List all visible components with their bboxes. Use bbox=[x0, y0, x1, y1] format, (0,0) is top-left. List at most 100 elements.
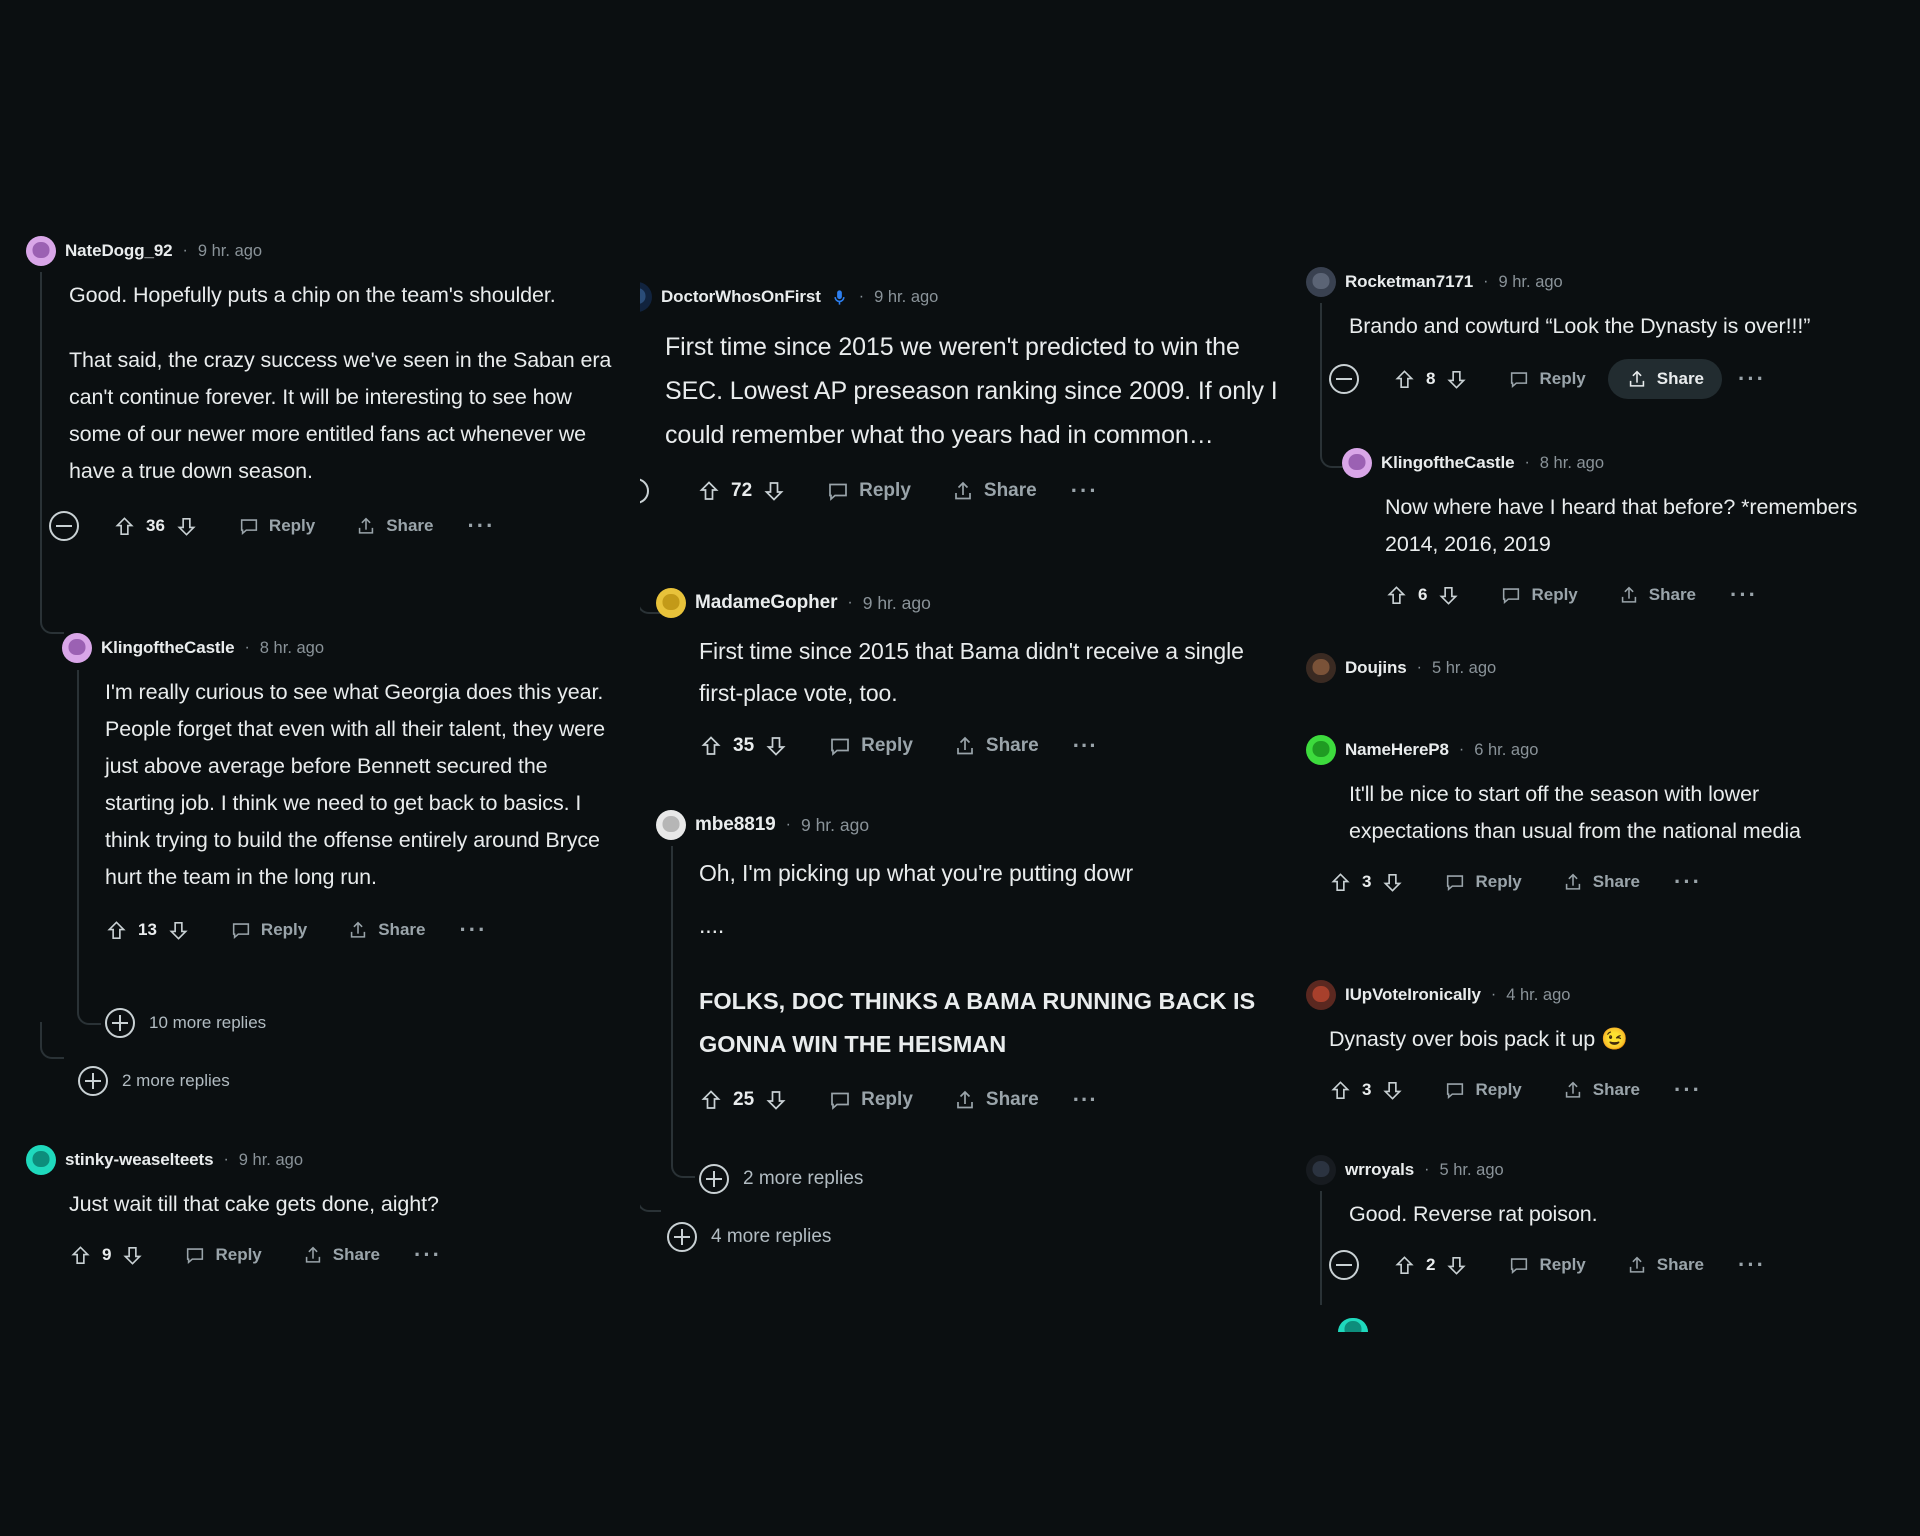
upvote-arrow-icon[interactable] bbox=[699, 1088, 723, 1112]
action-bar[interactable]: 3 Reply Share ··· bbox=[1329, 862, 1906, 902]
reply-button[interactable]: Reply bbox=[184, 1244, 262, 1266]
upvote-arrow-icon[interactable] bbox=[697, 479, 721, 503]
reply-button[interactable]: Reply bbox=[828, 734, 913, 758]
vote-group[interactable]: 2 bbox=[1393, 1254, 1468, 1277]
overflow-menu-icon[interactable]: ··· bbox=[459, 919, 487, 941]
overflow-menu-icon[interactable]: ··· bbox=[1073, 1089, 1098, 1111]
reply-button[interactable]: Reply bbox=[1500, 584, 1578, 606]
share-button[interactable]: Share bbox=[953, 734, 1039, 758]
comment-rocketman7171[interactable]: Rocketman7171 · 9 hr. ago Brando and cow… bbox=[1306, 267, 1906, 399]
reply-button[interactable]: Reply bbox=[1444, 1079, 1522, 1101]
vote-group[interactable]: 8 bbox=[1393, 368, 1468, 391]
downvote-arrow-icon[interactable] bbox=[1381, 871, 1404, 894]
avatar[interactable] bbox=[656, 810, 686, 840]
username[interactable]: IUpVoteIronically bbox=[1345, 985, 1481, 1005]
avatar[interactable] bbox=[640, 282, 652, 312]
action-bar[interactable]: 25 Reply Share ··· bbox=[699, 1080, 1280, 1120]
share-button[interactable]: Share bbox=[355, 515, 433, 537]
reply-button[interactable]: Reply bbox=[826, 479, 911, 503]
overflow-menu-icon[interactable]: ··· bbox=[467, 515, 495, 537]
comment-klingofthecastle-left[interactable]: KlingoftheCastle · 8 hr. ago I'm really … bbox=[62, 633, 622, 950]
more-replies-4-mid[interactable]: 4 more replies bbox=[667, 1220, 831, 1254]
vote-group[interactable]: 9 bbox=[69, 1244, 144, 1267]
collapse-minus-icon[interactable] bbox=[1329, 1250, 1359, 1280]
comment-doctorwhosonfirst[interactable]: DoctorWhosOnFirst · 9 hr. ago First time… bbox=[640, 282, 1280, 511]
upvote-arrow-icon[interactable] bbox=[699, 734, 723, 758]
username[interactable]: Doujins bbox=[1345, 658, 1407, 678]
comment-wrroyals[interactable]: wrroyals · 5 hr. ago Good. Reverse rat p… bbox=[1306, 1155, 1906, 1285]
share-button[interactable]: Share bbox=[951, 479, 1037, 503]
share-button[interactable]: Share bbox=[1562, 871, 1640, 893]
username[interactable]: Rocketman7171 bbox=[1345, 272, 1473, 292]
reply-button[interactable]: Reply bbox=[1444, 871, 1522, 893]
vote-group[interactable]: 13 bbox=[105, 919, 190, 942]
comment-column-middle[interactable]: DoctorWhosOnFirst · 9 hr. ago First time… bbox=[640, 0, 1280, 1536]
comment-iupvoteironically[interactable]: IUpVoteIronically · 4 hr. ago Dynasty ov… bbox=[1306, 980, 1906, 1110]
vote-group[interactable]: 35 bbox=[699, 734, 788, 758]
action-bar[interactable]: 13 Reply Share ··· bbox=[105, 910, 622, 950]
username[interactable]: stinky-weaselteets bbox=[65, 1150, 214, 1170]
action-bar[interactable]: 72 Reply Share ··· bbox=[640, 471, 1280, 511]
vote-group[interactable]: 3 bbox=[1329, 1079, 1404, 1102]
avatar[interactable] bbox=[1306, 980, 1336, 1010]
upvote-arrow-icon[interactable] bbox=[1393, 368, 1416, 391]
comment-klingofthecastle-right[interactable]: KlingoftheCastle · 8 hr. ago Now where h… bbox=[1342, 448, 1902, 615]
upvote-arrow-icon[interactable] bbox=[1329, 1079, 1352, 1102]
avatar-partial-clipped[interactable] bbox=[1338, 1318, 1368, 1332]
action-bar[interactable]: 3 Reply Share ··· bbox=[1329, 1070, 1906, 1110]
username[interactable]: wrroyals bbox=[1345, 1160, 1414, 1180]
downvote-arrow-icon[interactable] bbox=[764, 734, 788, 758]
username[interactable]: MadameGopher bbox=[695, 592, 837, 614]
vote-group[interactable]: 36 bbox=[113, 515, 198, 538]
avatar[interactable] bbox=[1306, 735, 1336, 765]
username[interactable]: DoctorWhosOnFirst bbox=[661, 287, 821, 307]
vote-group[interactable]: 25 bbox=[699, 1088, 788, 1112]
username[interactable]: NateDogg_92 bbox=[65, 241, 173, 261]
expand-plus-icon[interactable] bbox=[699, 1164, 729, 1194]
collapse-minus-icon[interactable] bbox=[1329, 364, 1359, 394]
action-bar[interactable]: 6 Reply Share ··· bbox=[1385, 575, 1902, 615]
avatar[interactable] bbox=[26, 236, 56, 266]
action-bar[interactable]: 2 Reply Share ··· bbox=[1329, 1245, 1906, 1285]
comment-stinky-weaselteets[interactable]: stinky-weaselteets · 9 hr. ago Just wait… bbox=[26, 1145, 626, 1275]
expand-plus-icon[interactable] bbox=[667, 1222, 697, 1252]
username[interactable]: mbe8819 bbox=[695, 814, 776, 836]
downvote-arrow-icon[interactable] bbox=[1437, 584, 1460, 607]
downvote-arrow-icon[interactable] bbox=[1381, 1079, 1404, 1102]
downvote-arrow-icon[interactable] bbox=[121, 1244, 144, 1267]
upvote-arrow-icon[interactable] bbox=[113, 515, 136, 538]
avatar[interactable] bbox=[1306, 653, 1336, 683]
vote-group[interactable]: 72 bbox=[697, 479, 786, 503]
vote-group[interactable]: 6 bbox=[1385, 584, 1460, 607]
avatar[interactable] bbox=[656, 588, 686, 618]
comment-madamegopher[interactable]: MadameGopher · 9 hr. ago First time sinc… bbox=[656, 588, 1280, 766]
overflow-menu-icon[interactable]: ··· bbox=[414, 1244, 442, 1266]
upvote-arrow-icon[interactable] bbox=[1329, 871, 1352, 894]
avatar[interactable] bbox=[62, 633, 92, 663]
downvote-arrow-icon[interactable] bbox=[1445, 368, 1468, 391]
overflow-menu-icon[interactable]: ··· bbox=[1738, 368, 1766, 390]
username[interactable]: KlingoftheCastle bbox=[1381, 453, 1515, 473]
downvote-arrow-icon[interactable] bbox=[762, 479, 786, 503]
overflow-menu-icon[interactable]: ··· bbox=[1073, 735, 1098, 757]
collapse-minus-icon[interactable] bbox=[640, 478, 663, 504]
comment-namehere-p8[interactable]: NameHereP8 · 6 hr. ago It'll be nice to … bbox=[1306, 735, 1906, 902]
more-replies-2[interactable]: 2 more replies bbox=[78, 1064, 230, 1098]
comment-column-right[interactable]: Rocketman7171 · 9 hr. ago Brando and cow… bbox=[1280, 0, 1920, 1536]
reply-button[interactable]: Reply bbox=[230, 919, 307, 941]
collapse-minus-icon[interactable] bbox=[49, 511, 79, 541]
downvote-arrow-icon[interactable] bbox=[764, 1088, 788, 1112]
avatar[interactable] bbox=[1306, 1155, 1336, 1185]
downvote-arrow-icon[interactable] bbox=[167, 919, 190, 942]
overflow-menu-icon[interactable]: ··· bbox=[1738, 1254, 1766, 1276]
downvote-arrow-icon[interactable] bbox=[175, 515, 198, 538]
overflow-menu-icon[interactable]: ··· bbox=[1674, 1079, 1702, 1101]
reply-button[interactable]: Reply bbox=[828, 1088, 913, 1112]
overflow-menu-icon[interactable]: ··· bbox=[1730, 584, 1758, 606]
action-bar[interactable]: 8 Reply Share ··· bbox=[1329, 359, 1906, 399]
expand-plus-icon[interactable] bbox=[105, 1008, 135, 1038]
action-bar[interactable]: 35 Reply Share ··· bbox=[699, 726, 1280, 766]
comment-doujins[interactable]: Doujins · 5 hr. ago bbox=[1306, 653, 1906, 683]
overflow-menu-icon[interactable]: ··· bbox=[1071, 480, 1099, 502]
share-button[interactable]: Share bbox=[1626, 1254, 1704, 1276]
